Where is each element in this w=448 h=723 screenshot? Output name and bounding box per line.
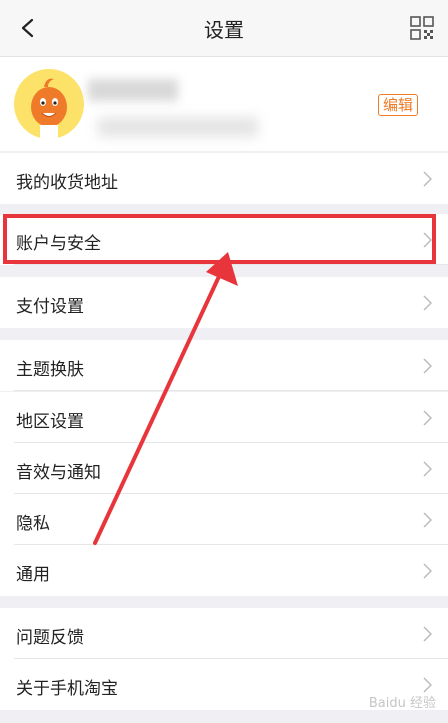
list-item-label: 支付设置 — [16, 297, 84, 317]
list-item-theme[interactable]: 主题换肤 — [0, 340, 448, 391]
nav-bar: 设置 — [0, 0, 448, 57]
list-item-general[interactable]: 通用 — [0, 545, 448, 596]
chevron-right-icon — [423, 512, 432, 528]
list-item-label: 音效与通知 — [16, 463, 101, 483]
list-item-label: 我的收货地址 — [16, 173, 118, 193]
chevron-right-icon — [423, 563, 432, 579]
list-item-region[interactable]: 地区设置 — [0, 392, 448, 443]
avatar[interactable] — [14, 69, 84, 139]
list-item-payment-settings[interactable]: 支付设置 — [0, 277, 448, 328]
list-item-feedback[interactable]: 问题反馈 — [0, 608, 448, 659]
chevron-right-icon — [423, 232, 432, 248]
list-item-label: 隐私 — [16, 514, 50, 534]
profile-card[interactable]: 编辑 — [0, 57, 448, 151]
blurred-user-info — [98, 117, 258, 137]
list-item-label: 问题反馈 — [16, 628, 84, 648]
list-item-label: 账户与安全 — [16, 234, 101, 254]
chevron-right-icon — [423, 358, 432, 374]
divider — [14, 390, 448, 391]
list-item-sound-notifications[interactable]: 音效与通知 — [0, 443, 448, 494]
list-item-account-security[interactable]: 账户与安全 — [0, 214, 448, 265]
chevron-right-icon — [423, 171, 432, 187]
list-item-label: 通用 — [16, 565, 50, 585]
list-item-label: 主题换肤 — [16, 360, 84, 380]
list-item-label: 地区设置 — [16, 412, 84, 432]
divider — [14, 264, 448, 265]
list-item-label: 关于手机淘宝 — [16, 679, 118, 699]
mascot-icon — [31, 78, 67, 139]
edit-profile-button[interactable]: 编辑 — [377, 94, 418, 116]
list-item-privacy[interactable]: 隐私 — [0, 494, 448, 545]
list-item-shipping-address[interactable]: 我的收货地址 — [0, 153, 448, 204]
chevron-right-icon — [423, 410, 432, 426]
chevron-right-icon — [423, 677, 432, 693]
blurred-username — [88, 79, 178, 101]
chevron-right-icon — [423, 461, 432, 477]
qr-code-icon[interactable] — [410, 16, 434, 40]
chevron-right-icon — [423, 626, 432, 642]
chevron-right-icon — [423, 295, 432, 311]
page-title: 设置 — [204, 18, 244, 42]
watermark: Baidu 经验 — [368, 696, 436, 711]
